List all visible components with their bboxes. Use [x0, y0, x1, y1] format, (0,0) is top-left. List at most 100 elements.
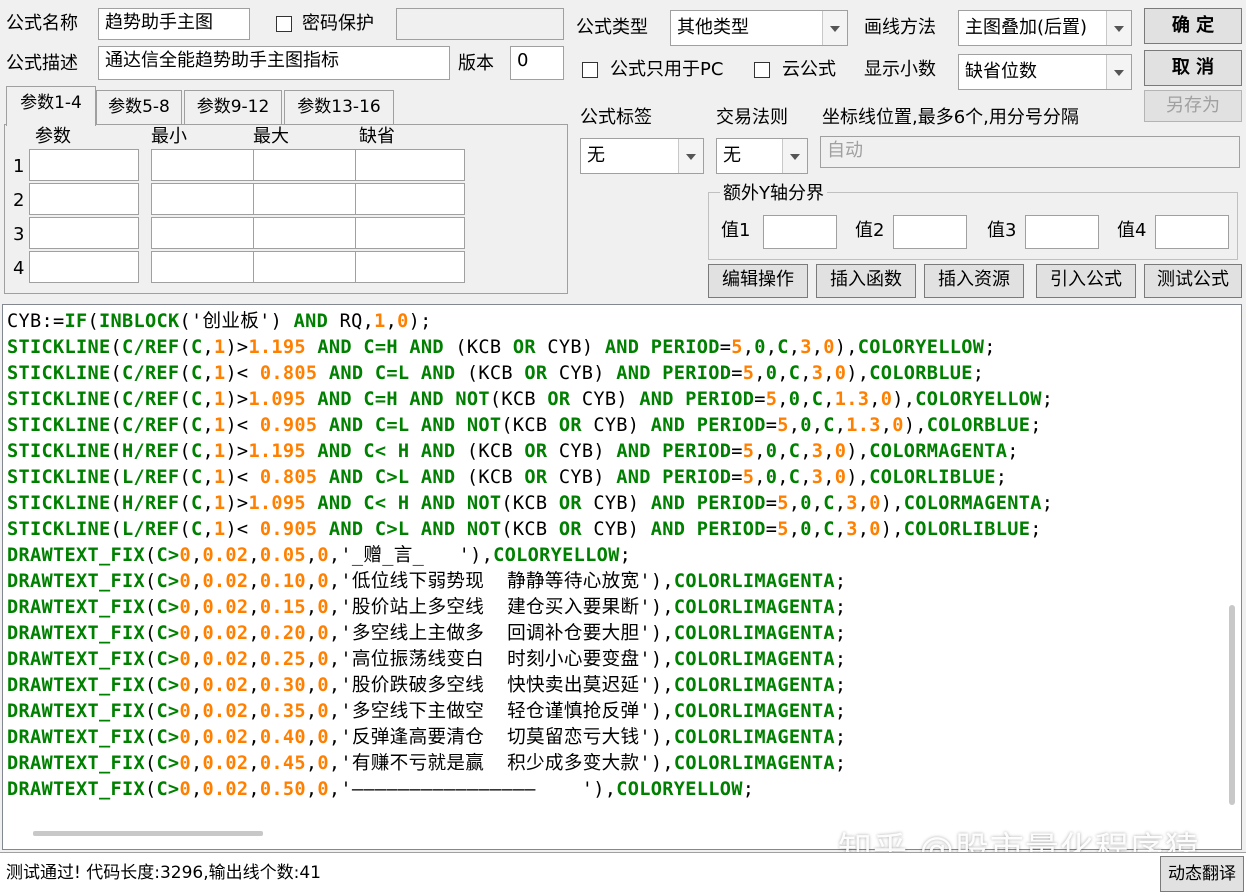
code-line[interactable]: DRAWTEXT_FIX(C>0,0.02,0.35,0,'多空线下主做空 轻仓…	[7, 699, 1053, 725]
trade-rule-value: 无	[723, 145, 741, 166]
chevron-down-icon[interactable]	[1106, 55, 1131, 89]
code-line[interactable]: DRAWTEXT_FIX(C>0,0.02,0.45,0,'有赚不亏就是赢 积少…	[7, 751, 1053, 777]
import-formula-button[interactable]: 引入公式	[1036, 264, 1136, 298]
cloud-formula-checkbox[interactable]	[754, 62, 770, 78]
cancel-button[interactable]: 取 消	[1144, 50, 1242, 86]
pc-only-checkbox[interactable]	[582, 62, 598, 78]
version-label: 版本	[458, 53, 494, 74]
password-input[interactable]	[396, 8, 564, 40]
params-header-max: 最大	[253, 126, 289, 147]
code-line[interactable]: DRAWTEXT_FIX(C>0,0.02,0.30,0,'股价跌破多空线 快快…	[7, 673, 1053, 699]
formula-type-select[interactable]: 其他类型	[670, 10, 848, 46]
extra-y-value1-label: 值1	[721, 220, 751, 241]
formula-tag-value: 无	[587, 145, 605, 166]
code-line[interactable]: STICKLINE(C/REF(C,1)< 0.805 AND C=L AND …	[7, 361, 1053, 387]
code-line[interactable]: STICKLINE(C/REF(C,1)< 0.905 AND C=L AND …	[7, 413, 1053, 439]
extra-y-axis-label: 额外Y轴分界	[720, 182, 827, 206]
param-1-max[interactable]	[253, 149, 363, 181]
code-line[interactable]: STICKLINE(C/REF(C,1)>1.095 AND C=H AND N…	[7, 387, 1053, 413]
tab-params-9-12[interactable]: 参数9-12	[184, 90, 282, 124]
insert-function-button[interactable]: 插入函数	[816, 264, 916, 298]
vertical-scrollbar[interactable]	[1229, 605, 1235, 805]
trade-rule-select[interactable]: 无	[716, 138, 808, 174]
param-2-default[interactable]	[355, 183, 465, 215]
params-header-min: 最小	[151, 126, 187, 147]
code-line[interactable]: DRAWTEXT_FIX(C>0,0.02,0.40,0,'反弹逢高要清仓 切莫…	[7, 725, 1053, 751]
code-line[interactable]: STICKLINE(L/REF(C,1)< 0.805 AND C>L AND …	[7, 465, 1053, 491]
draw-method-label: 画线方法	[864, 17, 936, 38]
formula-desc-label: 公式描述	[6, 53, 78, 74]
param-2-max[interactable]	[253, 183, 363, 215]
draw-method-select[interactable]: 主图叠加(后置)	[958, 10, 1132, 46]
params-row-number: 4	[13, 258, 25, 279]
horizontal-scrollbar[interactable]	[33, 831, 263, 836]
formula-desc-input[interactable]: 通达信全能趋势助手主图指标	[98, 46, 450, 80]
code-line[interactable]: STICKLINE(C/REF(C,1)>1.195 AND C=H AND (…	[7, 335, 1053, 361]
param-4-default[interactable]	[355, 251, 465, 283]
decimals-label: 显示小数	[864, 59, 936, 80]
version-input[interactable]: 0	[510, 46, 564, 80]
tab-params-1-4[interactable]: 参数1-4	[6, 86, 96, 126]
tab-params-5-8[interactable]: 参数5-8	[96, 90, 182, 124]
params-row-number: 3	[13, 224, 25, 245]
param-1-name[interactable]	[29, 149, 139, 181]
save-as-button[interactable]: 另存为	[1144, 90, 1242, 122]
decimals-select[interactable]: 缺省位数	[958, 54, 1132, 90]
draw-method-value: 主图叠加(后置)	[965, 17, 1088, 38]
insert-resource-button[interactable]: 插入资源	[924, 264, 1024, 298]
param-3-max[interactable]	[253, 217, 363, 249]
param-1-default[interactable]	[355, 149, 465, 181]
tab-params-13-16[interactable]: 参数13-16	[284, 90, 394, 124]
code-text[interactable]: CYB:=IF(INBLOCK('创业板') AND RQ,1,0); STICK…	[7, 309, 1053, 803]
code-line[interactable]: CYB:=IF(INBLOCK('创业板') AND RQ,1,0);	[7, 309, 1053, 335]
edit-ops-button[interactable]: 编辑操作	[708, 264, 808, 298]
param-3-name[interactable]	[29, 217, 139, 249]
params-header-default: 缺省	[359, 126, 395, 147]
extra-y-value2-input[interactable]	[893, 215, 967, 249]
extra-y-value4-label: 值4	[1117, 220, 1147, 241]
extra-y-value1-input[interactable]	[763, 215, 837, 249]
code-editor[interactable]: CYB:=IF(INBLOCK('创业板') AND RQ,1,0); STICK…	[2, 304, 1242, 850]
ok-button[interactable]: 确 定	[1144, 8, 1242, 44]
password-checkbox[interactable]	[276, 16, 292, 32]
cloud-formula-label: 云公式	[782, 59, 836, 80]
param-3-default[interactable]	[355, 217, 465, 249]
code-line[interactable]: DRAWTEXT_FIX(C>0,0.02,0.50,0,'——————————…	[7, 777, 1053, 803]
code-line[interactable]: STICKLINE(H/REF(C,1)>1.195 AND C< H AND …	[7, 439, 1053, 465]
password-label: 密码保护	[302, 13, 374, 34]
param-4-min[interactable]	[151, 251, 261, 283]
params-row-number: 2	[13, 190, 25, 211]
coord-line-input[interactable]: 自动	[820, 136, 1240, 168]
extra-y-value4-input[interactable]	[1155, 215, 1229, 249]
code-line[interactable]: STICKLINE(L/REF(C,1)< 0.905 AND C>L AND …	[7, 517, 1053, 543]
code-line[interactable]: DRAWTEXT_FIX(C>0,0.02,0.25,0,'高位振荡线变白 时刻…	[7, 647, 1053, 673]
chevron-down-icon[interactable]	[1106, 11, 1131, 45]
extra-y-value2-label: 值2	[855, 220, 885, 241]
formula-tag-select[interactable]: 无	[580, 138, 704, 174]
code-line[interactable]: DRAWTEXT_FIX(C>0,0.02,0.05,0,'_赠_言_ '),C…	[7, 543, 1053, 569]
coord-line-label: 坐标线位置,最多6个,用分号分隔	[822, 107, 1079, 128]
code-line[interactable]: DRAWTEXT_FIX(C>0,0.02,0.15,0,'股价站上多空线 建仓…	[7, 595, 1053, 621]
param-2-min[interactable]	[151, 183, 261, 215]
params-header-param: 参数	[35, 126, 71, 147]
params-panel: 参数 最小 最大 缺省 1 2 3 4	[4, 124, 568, 294]
chevron-down-icon[interactable]	[822, 11, 847, 45]
code-line[interactable]: DRAWTEXT_FIX(C>0,0.02,0.20,0,'多空线上主做多 回调…	[7, 621, 1053, 647]
extra-y-value3-input[interactable]	[1025, 215, 1099, 249]
code-line[interactable]: DRAWTEXT_FIX(C>0,0.02,0.10,0,'低位线下弱势现 静静…	[7, 569, 1053, 595]
chevron-down-icon[interactable]	[678, 139, 703, 173]
dynamic-translate-button[interactable]: 动态翻译	[1160, 856, 1244, 892]
formula-type-value: 其他类型	[677, 17, 749, 38]
status-bar: 测试通过! 代码长度:3296,输出线个数:41	[0, 852, 1246, 894]
extra-y-value3-label: 值3	[987, 220, 1017, 241]
param-1-min[interactable]	[151, 149, 261, 181]
param-2-name[interactable]	[29, 183, 139, 215]
param-3-min[interactable]	[151, 217, 261, 249]
chevron-down-icon[interactable]	[782, 139, 807, 173]
param-4-max[interactable]	[253, 251, 363, 283]
param-4-name[interactable]	[29, 251, 139, 283]
test-formula-button[interactable]: 测试公式	[1144, 264, 1242, 298]
params-row-number: 1	[13, 156, 25, 177]
code-line[interactable]: STICKLINE(H/REF(C,1)>1.095 AND C< H AND …	[7, 491, 1053, 517]
formula-name-input[interactable]: 趋势助手主图	[98, 8, 250, 40]
